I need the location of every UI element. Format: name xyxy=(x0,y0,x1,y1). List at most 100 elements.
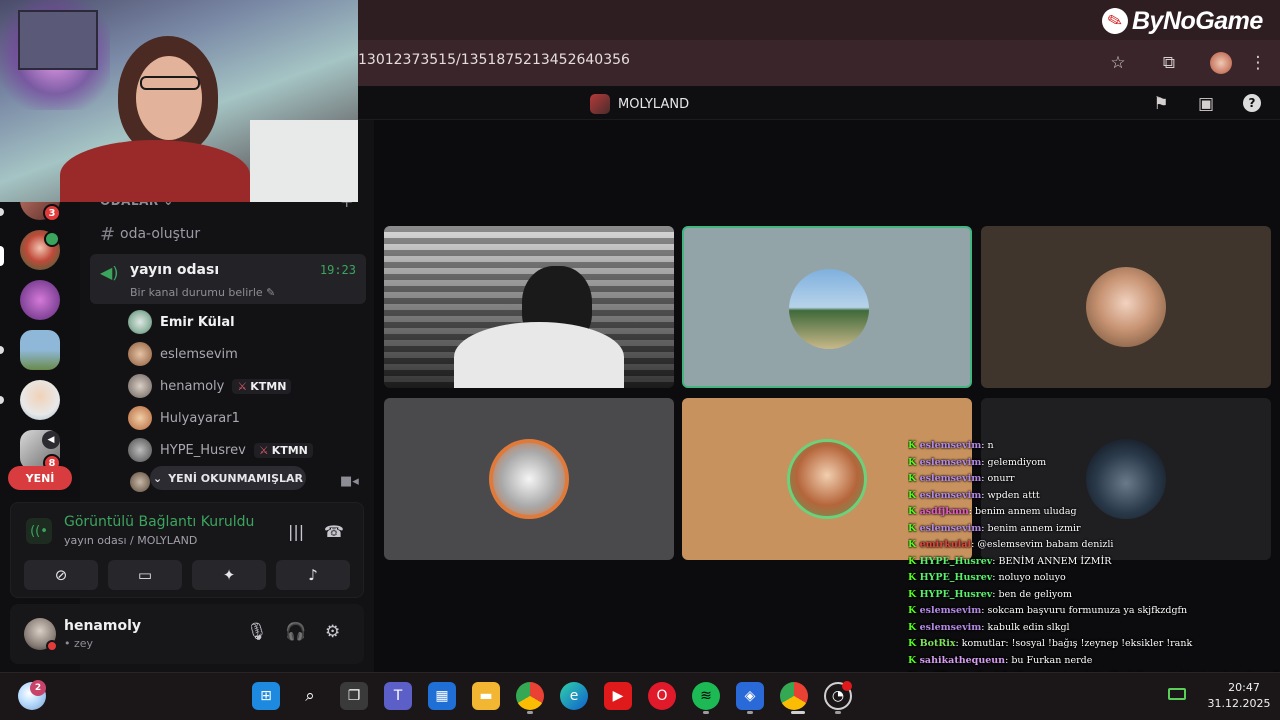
camera-off-button[interactable]: ⊘ xyxy=(24,560,98,590)
wall-monitor xyxy=(18,10,98,70)
chat-username: HYPE_Husrev xyxy=(919,572,993,583)
member-avatar xyxy=(128,310,152,334)
channel-oda-olustur[interactable]: # oda-oluştur xyxy=(90,222,366,246)
voice-member[interactable]: Hulyayarar1 xyxy=(128,405,240,431)
activities-button[interactable]: ✦ xyxy=(192,560,266,590)
start-menu-icon[interactable]: ⊞ xyxy=(252,682,280,710)
connection-status-subtitle[interactable]: yayın odası / MOLYLAND xyxy=(64,534,197,547)
file-explorer-icon[interactable]: ▬ xyxy=(472,682,500,710)
opera-icon[interactable]: O xyxy=(648,682,676,710)
chevron-down-icon: ⌄ xyxy=(152,471,163,485)
chrome-icon[interactable] xyxy=(516,682,544,710)
flag-icon[interactable]: ⚑ xyxy=(1148,91,1174,117)
voice-member[interactable]: henamoly ⚔ KTMN xyxy=(128,373,292,399)
selected-pip xyxy=(0,246,4,266)
screen-share-button[interactable]: ▭ xyxy=(108,560,182,590)
chat-message: K eslemsevim: benim annem izmir xyxy=(908,521,1280,538)
running-indicator xyxy=(527,711,533,714)
microphone-icon[interactable]: 🎙 xyxy=(246,622,268,642)
chat-text: komutlar: !sosyal !bağış !zeynep !eksikl… xyxy=(961,638,1193,649)
chat-message: K emirkulal: @eslemsevim babam denizli xyxy=(908,537,1280,554)
chat-message: K BotRix: komutlar: !sosyal !bağış !zeyn… xyxy=(908,636,1280,653)
server-icon xyxy=(590,94,610,114)
inbox-icon[interactable]: ▣ xyxy=(1193,91,1219,117)
teams-icon[interactable]: T xyxy=(384,682,412,710)
activities-icon: ✦ xyxy=(222,566,236,584)
store-icon[interactable]: ▦ xyxy=(428,682,456,710)
kick-badge-icon: K xyxy=(908,506,920,517)
screen-share-icon: ▭ xyxy=(137,566,153,584)
taskbar-clock-time[interactable]: 20:47 xyxy=(1214,681,1274,694)
voice-member[interactable]: HYPE_Husrev ⚔ KTMN xyxy=(128,437,313,463)
task-view-icon[interactable]: ❐ xyxy=(340,682,368,710)
extensions-icon[interactable]: ⧉ xyxy=(1156,50,1182,76)
server-icon-4[interactable] xyxy=(20,330,60,370)
guild-tag: ⚔ KTMN xyxy=(232,378,292,394)
video-tile[interactable] xyxy=(384,398,674,560)
member-avatar xyxy=(128,438,152,462)
chat-username: HYPE_Husrev xyxy=(919,555,993,567)
voice-member[interactable]: Emir Külal xyxy=(128,309,235,335)
chat-text: kabulk edin slkgl xyxy=(987,621,1070,633)
recording-dot xyxy=(842,681,852,691)
chat-message: K eslemsevim: n xyxy=(908,438,1280,455)
bookmark-star-icon[interactable]: ☆ xyxy=(1105,50,1131,76)
chat-message: K sahikathequeun: bu Furkan nerde xyxy=(908,653,1280,670)
server-title[interactable]: MOLYLAND xyxy=(590,94,689,114)
kick-badge-icon: K xyxy=(908,621,920,633)
guild-tag-text: KTMN xyxy=(250,379,287,393)
guild-tag: ⚔ KTMN xyxy=(253,442,313,458)
participant-avatar xyxy=(787,439,867,519)
battery-icon[interactable] xyxy=(1168,688,1186,700)
app-icon[interactable]: ◈ xyxy=(736,682,764,710)
chat-message: K eslemsevim: kabulk edin slkgl xyxy=(908,620,1280,637)
video-tile-camera[interactable] xyxy=(384,226,674,388)
video-tile-speaking[interactable] xyxy=(682,226,972,388)
bynogame-logo: ✎ ByNoGame xyxy=(1099,2,1263,40)
new-messages-pill[interactable]: YENİ xyxy=(8,466,72,490)
soundboard-button[interactable]: ♪ xyxy=(276,560,350,590)
disconnect-icon[interactable]: ☎ xyxy=(324,522,344,541)
server-icon-3[interactable] xyxy=(20,280,60,320)
kick-badge-icon: K xyxy=(908,473,920,484)
member-avatar xyxy=(128,342,152,366)
unread-messages-button[interactable]: ⌄ YENİ OKUNMAMIŞLAR xyxy=(150,466,306,490)
bynogame-logo-mark: ✎ xyxy=(1099,5,1131,37)
soundboard-icon: ♪ xyxy=(308,566,318,584)
chat-text: benim annem izmir xyxy=(987,522,1081,534)
spotify-icon[interactable]: ≋ xyxy=(692,682,720,710)
profile-avatar[interactable] xyxy=(1210,52,1232,74)
voice-channel-label: yayın odası xyxy=(130,262,220,278)
sword-icon: ⚔ xyxy=(237,379,248,393)
chat-username: sahikathequeun xyxy=(919,654,1006,666)
chat-text: n xyxy=(987,440,994,451)
channel-status-field[interactable]: Bir kanal durumu belirle ✎ xyxy=(130,286,275,299)
chat-username: eslemsevim xyxy=(919,473,982,484)
server-icon-5[interactable] xyxy=(20,380,60,420)
noise-suppression-icon[interactable]: ||| xyxy=(288,522,304,541)
chat-message: K eslemsevim: gelemdiyom xyxy=(908,455,1280,472)
search-icon[interactable]: ⌕ xyxy=(296,682,324,710)
user-name[interactable]: henamoly xyxy=(64,618,141,634)
voice-member[interactable]: eslemsevim xyxy=(128,341,238,367)
url-text[interactable]: 13012373515/1351875213452640356 xyxy=(358,52,630,68)
kick-badge-icon: K xyxy=(908,555,920,567)
headphones-icon[interactable]: 🎧 xyxy=(285,622,306,642)
bed-pillow xyxy=(250,120,358,202)
settings-gear-icon[interactable]: ⚙ xyxy=(325,622,340,642)
weather-badge: 2 xyxy=(30,680,46,696)
member-name: eslemsevim xyxy=(160,346,238,362)
youtube-icon[interactable]: ▶ xyxy=(604,682,632,710)
chat-message: K eslemsevim: onurr xyxy=(908,471,1280,488)
speaker-icon: ◀ xyxy=(42,431,60,449)
chat-text: ben de geliyom xyxy=(998,588,1072,600)
edge-icon[interactable]: e xyxy=(560,682,588,710)
video-tile[interactable] xyxy=(981,226,1271,388)
member-name: henamoly xyxy=(160,378,225,394)
signal-icon[interactable]: ((• xyxy=(26,518,52,544)
taskbar-clock-date[interactable]: 31.12.2025 xyxy=(1204,697,1274,710)
voice-channel-yayin-odasi[interactable]: ◀) yayın odası 19:23 Bir kanal durumu be… xyxy=(90,254,366,304)
help-icon[interactable]: ? xyxy=(1243,94,1261,112)
browser-menu-icon[interactable]: ⋮ xyxy=(1245,50,1271,76)
chrome-profile-icon[interactable] xyxy=(780,682,808,710)
